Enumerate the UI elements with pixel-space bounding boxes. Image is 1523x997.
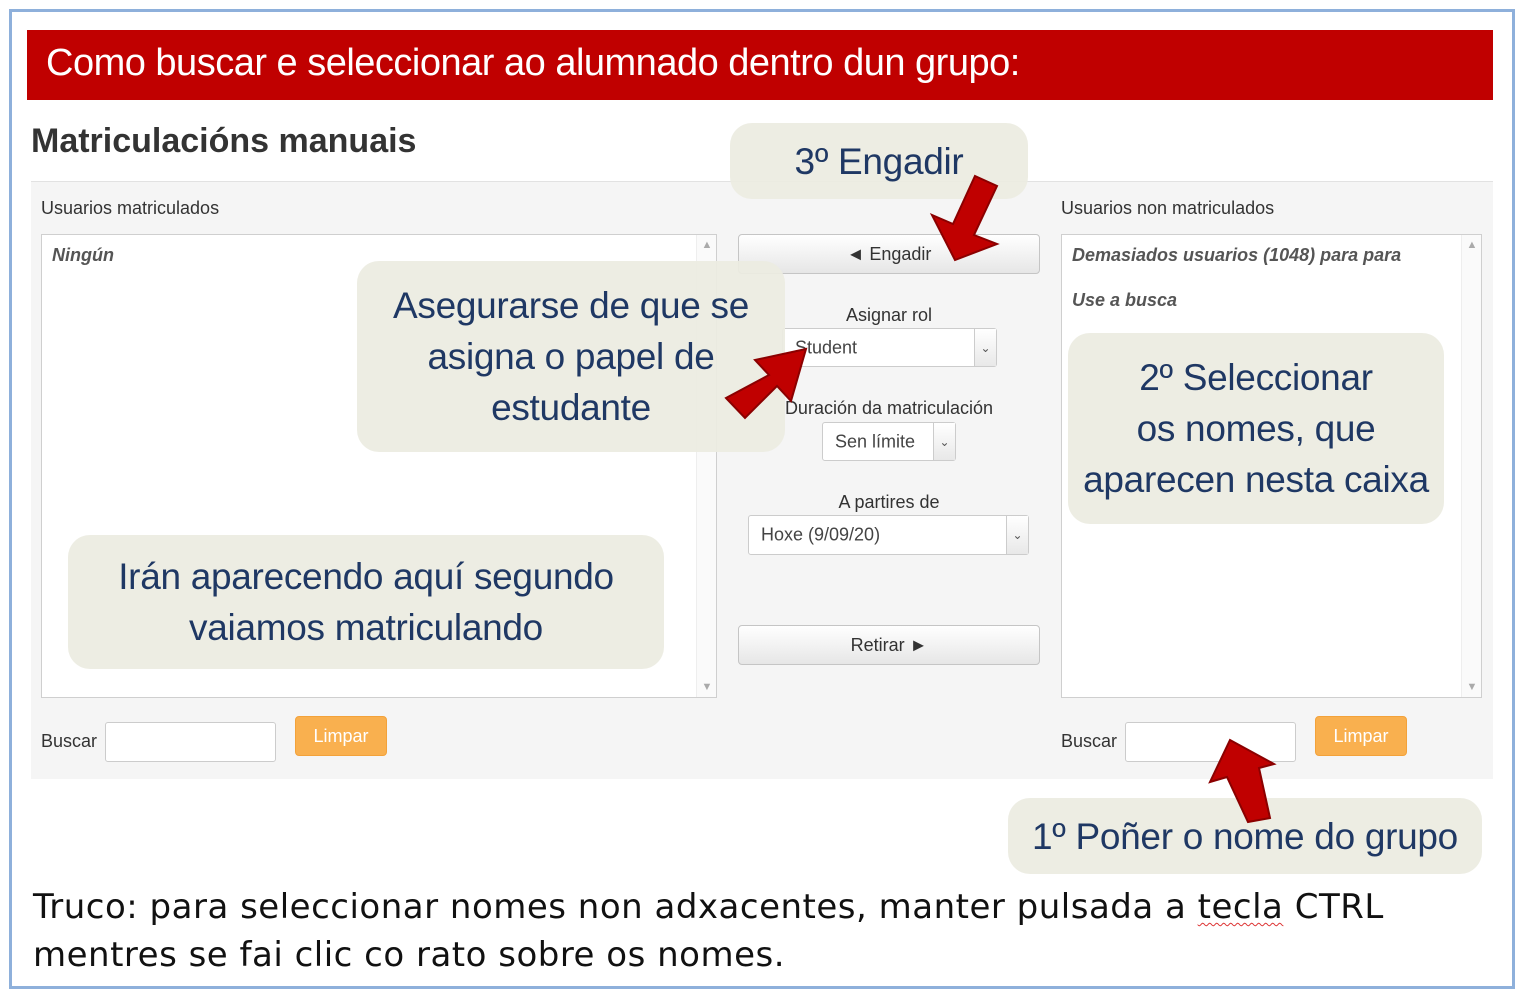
not-enrolled-clear-button[interactable]: Limpar	[1315, 716, 1407, 756]
callout-line: estudante	[491, 387, 651, 428]
not-enrolled-search-label: Buscar	[1061, 731, 1118, 751]
tip-line-1: Truco: para seleccionar nomes non adxace…	[33, 887, 1384, 927]
list-item[interactable]: Demasiados usuarios (1048) para para	[1072, 245, 1401, 266]
callout-assign-role: Asegurarse de que se asigna o papel de e…	[357, 261, 785, 452]
scroll-up-icon[interactable]: ▲	[1466, 239, 1478, 251]
enrolled-users-label: Usuarios matriculados	[41, 198, 220, 218]
not-enrolled-search-input[interactable]	[1125, 722, 1296, 762]
start-date-label: A partires de	[838, 492, 940, 512]
callout-step1-search: 1º Poñer o nome do grupo	[1008, 798, 1482, 874]
tip-line-2: mentres se fai clic co rato sobre os nom…	[33, 935, 786, 975]
callout-line: 2º Seleccionar	[1139, 357, 1373, 398]
role-select[interactable]: Student ⌄	[782, 328, 997, 367]
start-date-select[interactable]: Hoxe (9/09/20) ⌄	[748, 515, 1029, 555]
list-item[interactable]: Use a busca	[1072, 290, 1177, 311]
banner-title: Como buscar e seleccionar ao alumnado de…	[46, 42, 1020, 84]
scroll-down-icon[interactable]: ▼	[701, 681, 713, 693]
callout-line: os nomes, que	[1136, 408, 1376, 449]
callout-line: asigna o papel de	[427, 336, 715, 377]
callout-line: Asegurarse de que se	[392, 285, 749, 326]
callout-step3-add: 3º Engadir	[730, 123, 1028, 199]
scroll-down-icon[interactable]: ▼	[1466, 681, 1478, 693]
chevron-down-icon[interactable]: ⌄	[1006, 516, 1028, 554]
chevron-down-icon[interactable]: ⌄	[974, 329, 996, 366]
duration-select-value: Sen límite	[835, 431, 916, 451]
enrolled-clear-button[interactable]: Limpar	[295, 716, 387, 756]
scroll-up-icon[interactable]: ▲	[701, 239, 713, 251]
not-enrolled-list-scrollbar[interactable]: ▲ ▼	[1461, 235, 1481, 697]
tip-spellcheck-word: tecla	[1197, 887, 1284, 927]
start-date-select-value: Hoxe (9/09/20)	[761, 524, 881, 545]
tip-text: Truco: para seleccionar nomes non adxace…	[33, 887, 1198, 927]
callout-line: Irán aparecendo aquí segundo	[118, 556, 614, 597]
not-enrolled-users-label: Usuarios non matriculados	[1061, 198, 1275, 218]
callout-line: aparecen nesta caixa	[1083, 459, 1429, 500]
role-select-value: Student	[795, 337, 858, 357]
list-item[interactable]: Ningún	[52, 245, 114, 266]
add-button[interactable]: ◄ Engadir	[738, 234, 1040, 274]
callout-enrolled-note: Irán aparecendo aquí segundo vaiamos mat…	[68, 535, 664, 669]
duration-select[interactable]: Sen límite ⌄	[822, 422, 956, 461]
chevron-down-icon[interactable]: ⌄	[933, 423, 955, 460]
remove-button[interactable]: Retirar ►	[738, 625, 1040, 665]
callout-step2-select: 2º Seleccionar os nomes, que aparecen ne…	[1068, 333, 1444, 524]
enrolled-search-input[interactable]	[105, 722, 276, 762]
callout-line: vaiamos matriculando	[189, 607, 543, 648]
tip-text: CTRL	[1283, 887, 1384, 927]
page-title: Matriculacións manuais	[31, 122, 417, 160]
enrolled-search-label: Buscar	[41, 731, 98, 751]
